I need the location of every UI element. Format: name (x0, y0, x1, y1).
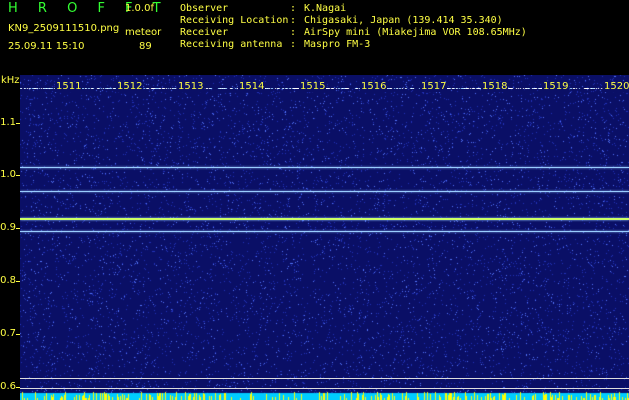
meta-row-observer: Observer: K.Nagai (180, 4, 346, 14)
minute-label: 1520 (603, 81, 629, 92)
minute-label: 1518 (481, 81, 509, 92)
count-value: 89 (139, 41, 152, 52)
meta-key: Receiver (180, 27, 229, 38)
y-tick-label: 1.1 (0, 116, 16, 128)
minute-label: 1516 (360, 81, 388, 92)
minute-label: 1514 (238, 81, 266, 92)
minute-label: 1519 (542, 81, 570, 92)
timestamp: 25.09.11 15:10 (8, 41, 85, 52)
y-tick-label: 0.9 (0, 222, 16, 234)
meta-value: Chigasaki, Japan (139.414 35.340) (304, 15, 503, 26)
meta-sep: : (290, 3, 297, 14)
header: H R O F F T 1.0.0f KN9_2509111510.png me… (0, 0, 629, 72)
meta-sep: : (290, 15, 297, 26)
spectrogram-noise (20, 75, 629, 400)
carrier-line (20, 218, 629, 220)
y-tick-label: 0.6 (0, 380, 16, 392)
app-version: 1.0.0f (125, 3, 154, 14)
meta-key: Observer (180, 3, 229, 14)
file-name: KN9_2509111510.png (8, 23, 120, 34)
meta-row-receiver: Receiver: AirSpy mini (Miakejima VOR 108.… (180, 28, 527, 38)
spectrogram-plot (20, 75, 629, 400)
meta-row-location: Receiving Location: Chigasaki, Japan (139… (180, 16, 503, 26)
carrier-line (20, 167, 629, 168)
meta-sep: : (290, 39, 297, 50)
y-tick-label: 1.0 (0, 169, 16, 181)
meta-value: AirSpy mini (Miakejima VOR 108.65MHz) (304, 27, 527, 38)
minute-label: 1512 (116, 81, 144, 92)
minute-label: 1517 (420, 81, 448, 92)
axis-unit-label: kHz (1, 75, 20, 86)
signal-bar (20, 391, 629, 400)
meta-row-antenna: Receiving antenna: Maspro FM-3 (180, 40, 370, 50)
meta-value: Maspro FM-3 (304, 39, 371, 50)
station-label: meteor (125, 27, 162, 38)
meta-value: K.Nagai (304, 3, 347, 14)
carrier-line (20, 378, 629, 379)
meta-key: Receiving Location (180, 15, 289, 26)
minute-label: 1515 (299, 81, 327, 92)
meta-key: Receiving antenna (180, 39, 283, 50)
meta-sep: : (290, 27, 297, 38)
carrier-line (20, 231, 629, 232)
y-tick-label: 0.8 (0, 275, 16, 287)
minute-label: 1511 (55, 81, 83, 92)
carrier-line (20, 388, 629, 389)
carrier-line (20, 191, 629, 192)
y-tick-label: 0.7 (0, 327, 16, 339)
minute-label: 1513 (177, 81, 205, 92)
